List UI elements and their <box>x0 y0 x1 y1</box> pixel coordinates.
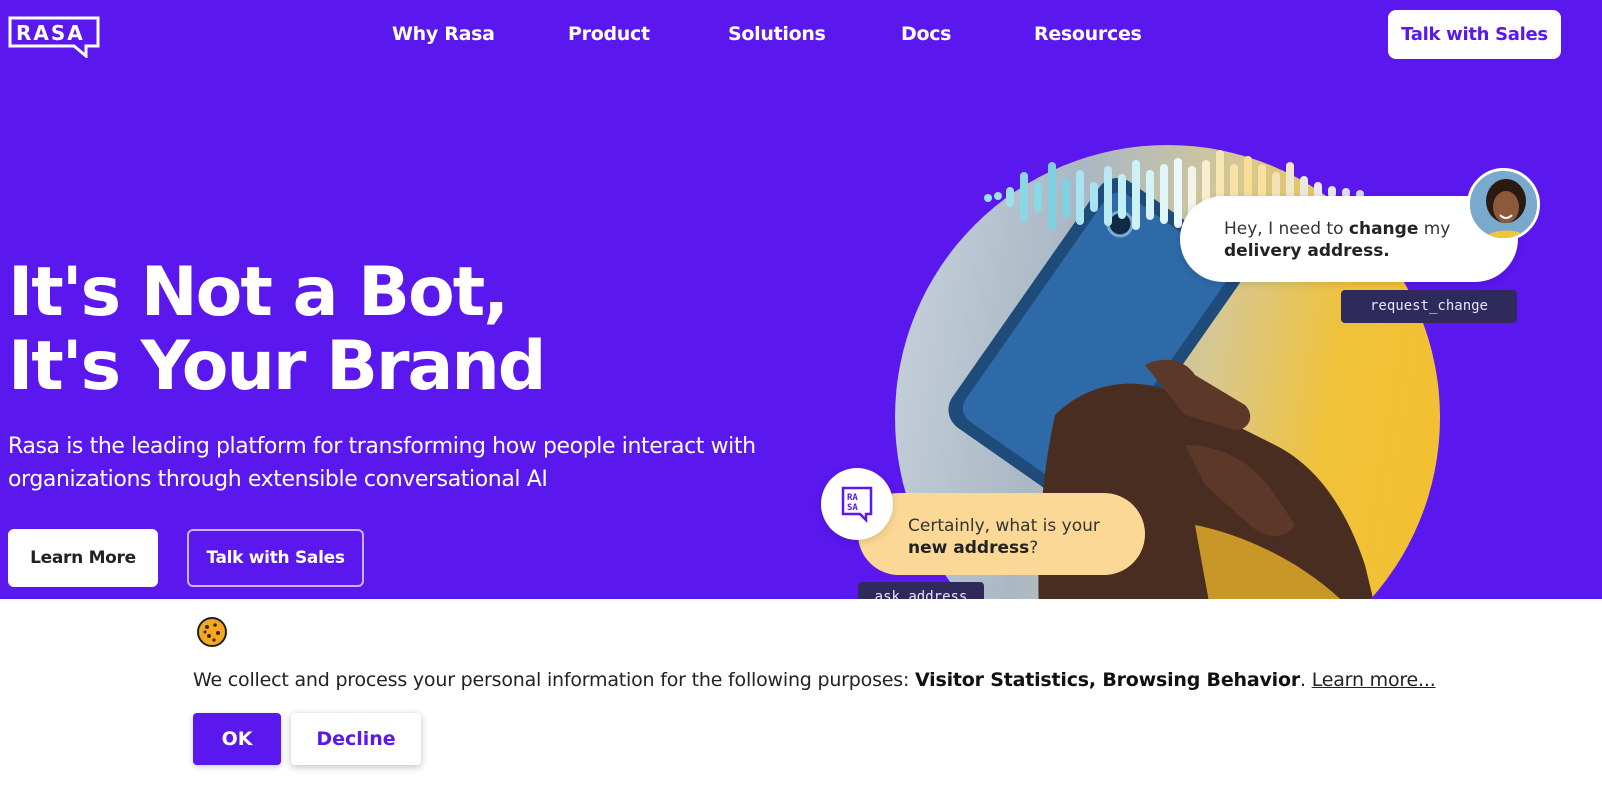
nav-link-product[interactable]: Product <box>568 23 650 45</box>
nav-link-docs[interactable]: Docs <box>901 23 952 45</box>
hero-subtitle: Rasa is the leading platform for transfo… <box>8 434 756 492</box>
user-avatar <box>1467 168 1540 241</box>
svg-text:RASA: RASA <box>16 21 85 45</box>
talk-with-sales-hero-button[interactable]: Talk with Sales <box>187 529 364 587</box>
cookie-icon <box>197 617 227 647</box>
cookie-consent-banner: We collect and process your personal inf… <box>0 599 1602 787</box>
cookie-consent-text: We collect and process your personal inf… <box>193 669 1436 691</box>
user-message-text-1: Hey, I need to <box>1224 219 1349 239</box>
rasa-logo[interactable]: RASA <box>8 16 101 60</box>
user-message-bold-1: change <box>1348 219 1419 239</box>
bot-message-bold: new address <box>908 538 1030 558</box>
intent-tag-request-change: request_change <box>1341 290 1517 323</box>
bot-avatar: RA SA <box>821 468 893 540</box>
talk-with-sales-nav-button[interactable]: Talk with Sales <box>1388 10 1561 59</box>
hero-title-line-2: It's Your Brand <box>8 327 546 406</box>
cookie-text-suffix: . <box>1300 669 1312 691</box>
cookie-purposes: Visitor Statistics, Browsing Behavior <box>915 669 1300 691</box>
svg-text:SA: SA <box>847 503 858 513</box>
nav-link-resources[interactable]: Resources <box>1034 23 1142 45</box>
cookie-decline-button[interactable]: Decline <box>291 713 421 765</box>
cookie-ok-button[interactable]: OK <box>193 713 281 765</box>
bot-message-text-2: ? <box>1029 538 1039 558</box>
bot-message-text-1: Certainly, what is your <box>908 516 1100 536</box>
svg-text:RA: RA <box>847 493 858 503</box>
nav-link-why-rasa[interactable]: Why Rasa <box>392 23 495 45</box>
hero-title: It's Not a Bot, It's Your Brand <box>8 253 546 406</box>
learn-more-button[interactable]: Learn More <box>8 529 158 587</box>
user-message-bold-2: delivery address. <box>1224 241 1390 261</box>
user-message-text-2: my <box>1418 219 1451 239</box>
cookie-learn-more-link[interactable]: Learn more... <box>1312 669 1436 691</box>
rasa-logo-icon: RASA <box>8 16 100 60</box>
cookie-text-prefix: We collect and process your personal inf… <box>193 669 916 691</box>
rasa-bot-icon: RA SA <box>841 486 873 524</box>
hero-title-line-1: It's Not a Bot, <box>8 253 509 332</box>
nav-link-solutions[interactable]: Solutions <box>728 23 826 45</box>
bot-chat-bubble: Certainly, what is your new address? <box>858 493 1145 575</box>
